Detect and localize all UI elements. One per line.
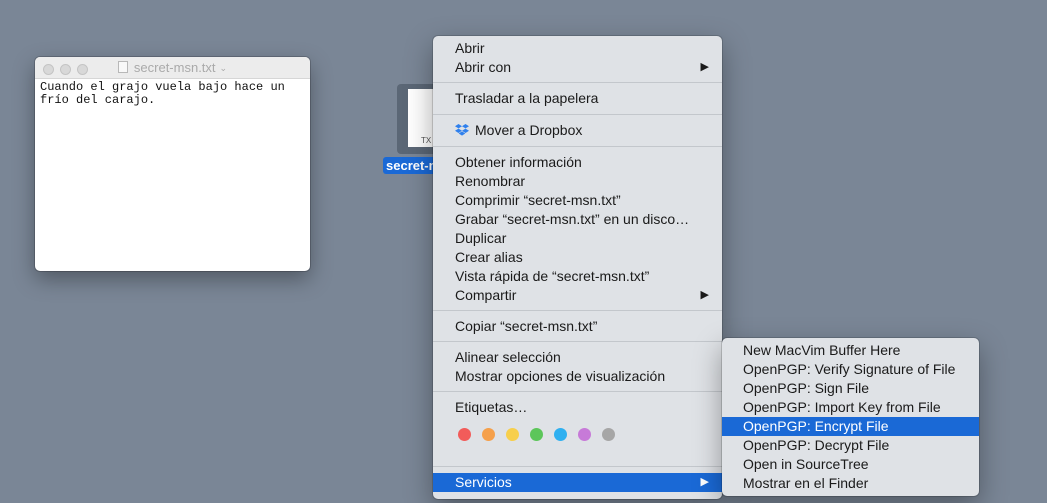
chevron-down-icon: ⌄: [219, 63, 228, 73]
menu-item-label: Trasladar a la papelera: [455, 90, 599, 106]
service-item-decrypt-file[interactable]: OpenPGP: Decrypt File: [722, 436, 979, 455]
menu-item-label: Grabar “secret-msn.txt” en un disco…: [455, 211, 690, 227]
menu-separator: [433, 466, 722, 467]
tag-green-dot[interactable]: [530, 428, 543, 441]
menu-item-grabar[interactable]: Grabar “secret-msn.txt” en un disco…: [433, 210, 722, 229]
tag-red-dot[interactable]: [458, 428, 471, 441]
menu-item-label: Abrir con: [455, 59, 512, 75]
menu-item-renombrar[interactable]: Renombrar: [433, 172, 722, 191]
service-item-label: OpenPGP: Sign File: [743, 380, 870, 396]
services-submenu: New MacVim Buffer Here OpenPGP: Verify S…: [722, 338, 979, 496]
menu-item-crear-alias[interactable]: Crear alias: [433, 248, 722, 267]
menu-separator: [433, 82, 722, 83]
window-title-text: secret-msn.txt: [133, 60, 216, 75]
tag-gray-dot[interactable]: [602, 428, 615, 441]
tag-purple-dot[interactable]: [578, 428, 591, 441]
menu-item-label: Copiar “secret-msn.txt”: [455, 318, 598, 334]
menu-item-label: Servicios: [455, 474, 512, 490]
window-title[interactable]: secret-msn.txt ⌄: [35, 60, 310, 75]
tag-orange-dot[interactable]: [482, 428, 495, 441]
document-icon: [117, 61, 128, 73]
submenu-arrow-icon: ▶: [700, 289, 709, 301]
menu-item-abrir-con[interactable]: Abrir con ▶: [433, 58, 722, 77]
menu-item-label: Duplicar: [455, 230, 507, 246]
menu-item-label: Obtener información: [455, 154, 582, 170]
menu-item-vista-rapida[interactable]: Vista rápida de “secret-msn.txt”: [433, 267, 722, 286]
menu-item-alinear-seleccion[interactable]: Alinear selección: [433, 348, 722, 367]
menu-item-label: Comprimir “secret-msn.txt”: [455, 192, 621, 208]
menu-item-compartir[interactable]: Compartir ▶: [433, 286, 722, 305]
service-item-verify-signature[interactable]: OpenPGP: Verify Signature of File: [722, 360, 979, 379]
menu-item-duplicar[interactable]: Duplicar: [433, 229, 722, 248]
service-item-label: OpenPGP: Decrypt File: [743, 437, 890, 453]
tag-blue-dot[interactable]: [554, 428, 567, 441]
menu-item-label: Vista rápida de “secret-msn.txt”: [455, 268, 650, 284]
context-menu: Abrir Abrir con ▶ Trasladar a la papelera…: [433, 36, 722, 499]
service-item-encrypt-file[interactable]: OpenPGP: Encrypt File: [722, 417, 979, 436]
menu-item-obtener-informacion[interactable]: Obtener información: [433, 153, 722, 172]
service-item-label: OpenPGP: Import Key from File: [743, 399, 941, 415]
service-item-label: New MacVim Buffer Here: [743, 342, 901, 358]
window-titlebar[interactable]: secret-msn.txt ⌄: [35, 57, 310, 79]
service-item-label: OpenPGP: Verify Signature of File: [743, 361, 956, 377]
menu-item-copiar[interactable]: Copiar “secret-msn.txt”: [433, 317, 722, 336]
menu-item-mostrar-opciones[interactable]: Mostrar opciones de visualización: [433, 367, 722, 386]
service-item-new-macvim[interactable]: New MacVim Buffer Here: [722, 341, 979, 360]
file-extension: TX: [421, 136, 432, 145]
menu-separator: [433, 310, 722, 311]
tag-yellow-dot[interactable]: [506, 428, 519, 441]
menu-item-mover-dropbox[interactable]: Mover a Dropbox: [433, 121, 722, 140]
menu-item-label: Alinear selección: [455, 349, 561, 365]
service-item-sign-file[interactable]: OpenPGP: Sign File: [722, 379, 979, 398]
menu-separator: [433, 146, 722, 147]
service-item-import-key[interactable]: OpenPGP: Import Key from File: [722, 398, 979, 417]
menu-separator: [433, 114, 722, 115]
submenu-arrow-icon: ▶: [700, 61, 709, 73]
menu-item-label: Compartir: [455, 287, 517, 303]
dropbox-icon: [455, 124, 469, 136]
menu-item-label: Abrir: [455, 40, 485, 56]
tag-color-row: [458, 428, 626, 444]
document-text[interactable]: Cuando el grajo vuela bajo hace un frío …: [35, 79, 310, 109]
service-item-label: OpenPGP: Encrypt File: [743, 418, 889, 434]
menu-item-label: Renombrar: [455, 173, 526, 189]
service-item-label: Open in SourceTree: [743, 456, 869, 472]
service-item-mostrar-finder[interactable]: Mostrar en el Finder: [722, 474, 979, 493]
submenu-arrow-icon: ▶: [700, 476, 709, 488]
menu-item-label: Etiquetas…: [455, 399, 528, 415]
menu-separator: [433, 391, 722, 392]
menu-item-servicios[interactable]: Servicios ▶: [433, 473, 722, 492]
menu-item-label: Mostrar opciones de visualización: [455, 368, 666, 384]
menu-item-label: Crear alias: [455, 249, 523, 265]
service-item-open-sourcetree[interactable]: Open in SourceTree: [722, 455, 979, 474]
service-item-label: Mostrar en el Finder: [743, 475, 869, 491]
menu-item-comprimir[interactable]: Comprimir “secret-msn.txt”: [433, 191, 722, 210]
menu-item-abrir[interactable]: Abrir: [433, 39, 722, 58]
menu-item-trasladar-papelera[interactable]: Trasladar a la papelera: [433, 89, 722, 108]
textedit-window[interactable]: secret-msn.txt ⌄ Cuando el grajo vuela ba…: [35, 57, 310, 271]
menu-separator: [433, 341, 722, 342]
menu-item-etiquetas[interactable]: Etiquetas…: [433, 398, 722, 417]
menu-item-label: Mover a Dropbox: [475, 122, 583, 138]
